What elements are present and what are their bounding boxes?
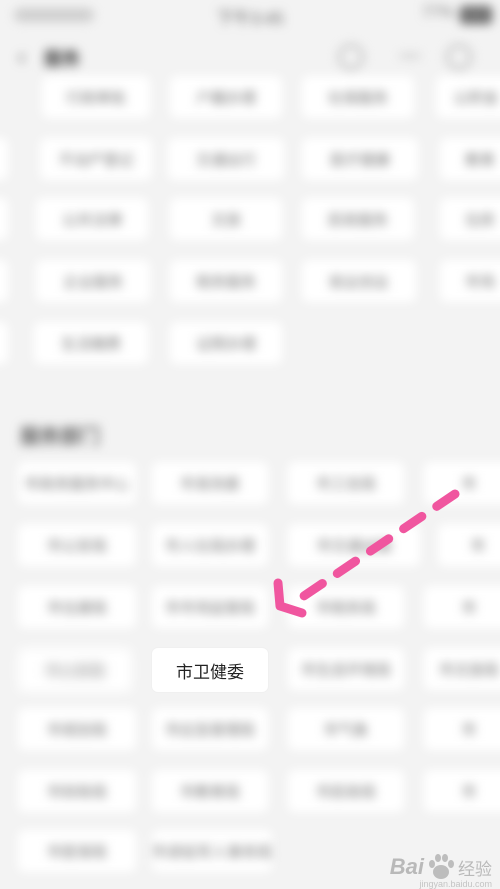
baidu-paw-icon <box>429 854 454 879</box>
dashed-arrow-annotation <box>273 489 460 618</box>
baidu-jingyan-watermark: Bai 经验 jingyan.baidu.com <box>389 853 492 889</box>
watermark-suffix: 经验 <box>458 859 492 879</box>
watermark-brand: Bai <box>389 854 424 879</box>
arrow-shaft <box>287 489 460 609</box>
watermark-url: jingyan.baidu.com <box>419 879 492 889</box>
arrow-head <box>273 578 307 618</box>
